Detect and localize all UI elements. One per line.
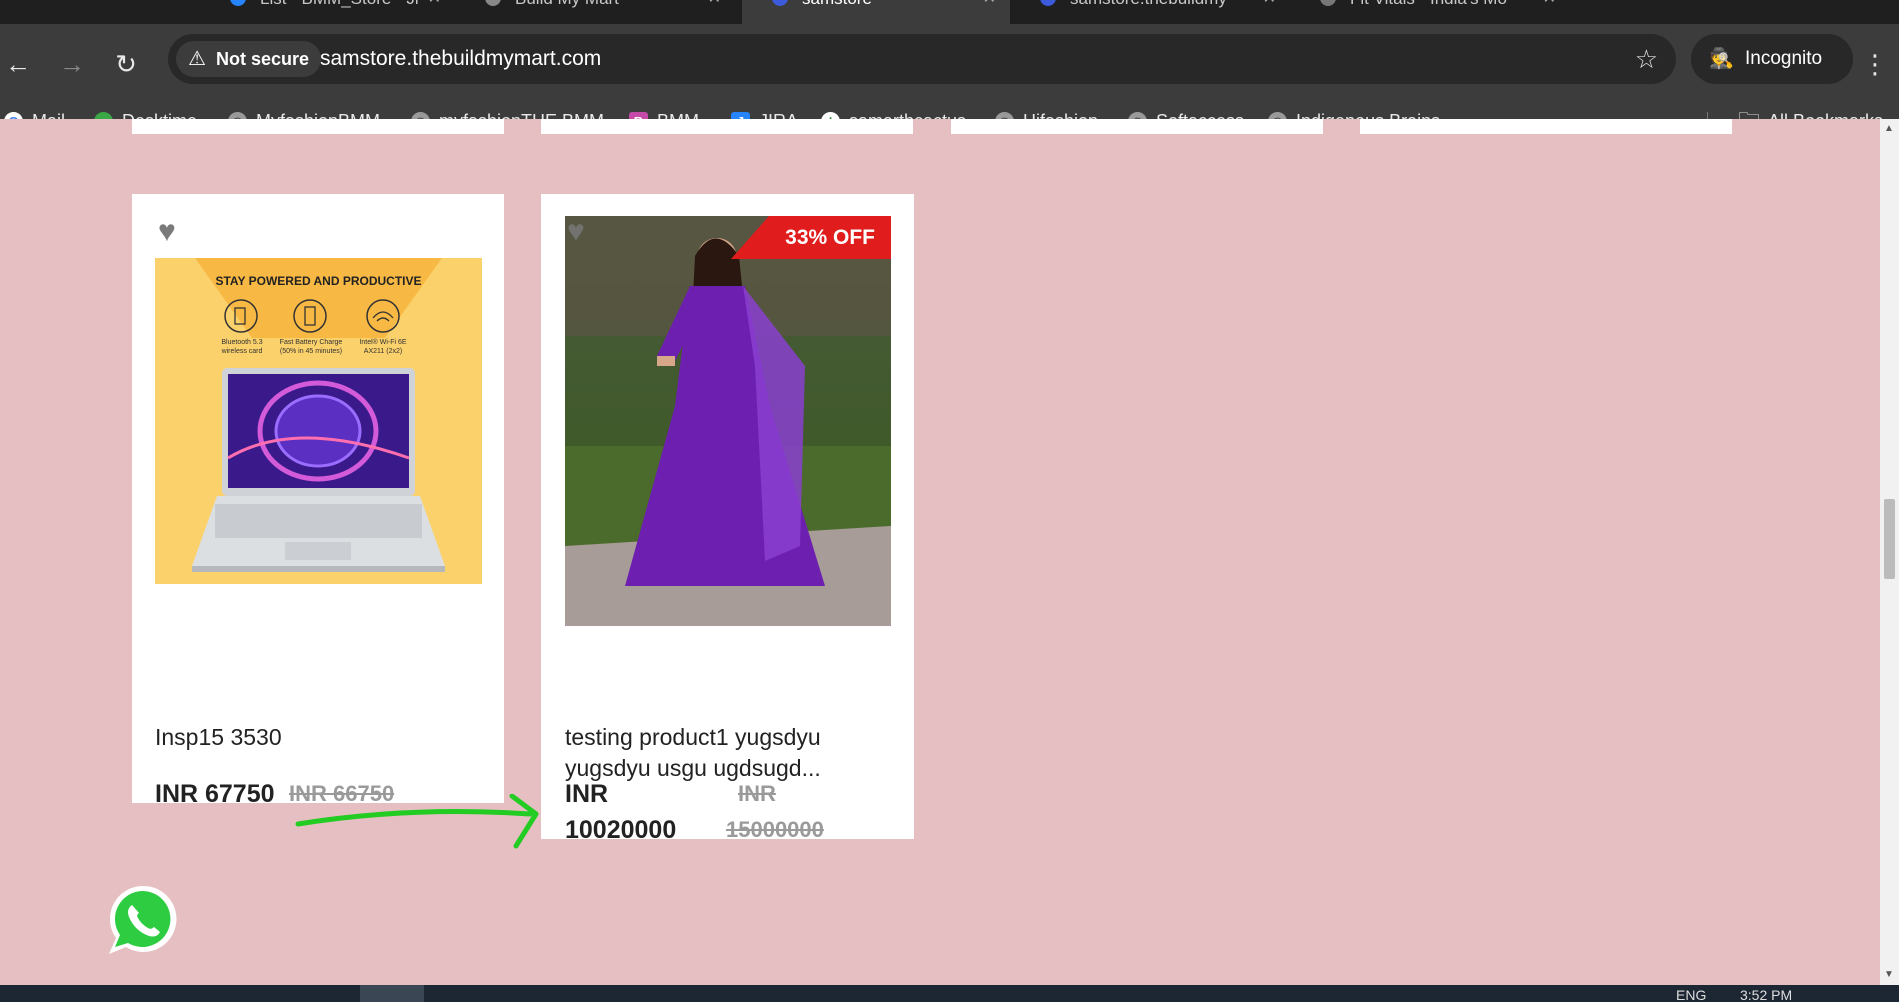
product-name[interactable]: testing product1 yugsdyu yugsdyu usgu ug… <box>565 722 821 784</box>
whatsapp-icon <box>109 885 177 954</box>
product-image-dress[interactable]: 33% OFF <box>565 216 891 626</box>
feature-caption: Fast Battery Charge (50% in 45 minutes) <box>279 339 343 355</box>
os-taskbar: ENG 3:52 PM <box>0 985 1899 1002</box>
product-card-previous-row[interactable] <box>951 119 1323 134</box>
product-card-previous-row[interactable] <box>541 119 913 134</box>
whatsapp-button[interactable] <box>103 880 183 960</box>
wishlist-heart-icon[interactable]: ♥ <box>158 217 188 247</box>
globe-icon <box>1320 0 1336 6</box>
forward-arrow-icon[interactable]: → <box>54 46 90 82</box>
incognito-icon: 🕵 <box>1709 48 1734 70</box>
close-icon[interactable]: ✕ <box>983 0 996 8</box>
reload-icon[interactable]: ↻ <box>108 46 144 82</box>
security-label: Not secure <box>216 49 310 69</box>
scrollbar-thumb[interactable] <box>1884 499 1895 579</box>
close-icon[interactable]: ✕ <box>1263 0 1276 8</box>
store-page: ♥ STAY POWERED AND PRODUCTIVE Bluetooth … <box>0 119 1880 985</box>
scroll-down-arrow-icon[interactable]: ▼ <box>1884 969 1894 980</box>
url-text[interactable]: samstore.thebuildmymart.com <box>320 34 601 84</box>
wishlist-heart-icon[interactable]: ♥ <box>567 217 597 247</box>
tab-samstore-url[interactable]: samstore.thebuildmy ✕ <box>1010 0 1290 24</box>
product-card-laptop[interactable]: ♥ STAY POWERED AND PRODUCTIVE Bluetooth … <box>132 194 504 808</box>
tab-fit-vitals[interactable]: Fit Vitals - India's Mo ✕ <box>1290 0 1570 24</box>
product-card-previous-row[interactable] <box>132 119 504 134</box>
close-icon[interactable]: ✕ <box>1543 0 1556 8</box>
product-image-laptop[interactable]: STAY POWERED AND PRODUCTIVE Bluetooth 5.… <box>155 258 482 584</box>
security-chip[interactable]: ⚠ Not secure <box>176 41 322 77</box>
tab-build-my-mart[interactable]: Build My Mart ✕ <box>455 0 735 24</box>
jira-icon <box>230 0 246 6</box>
page-scrollbar[interactable]: ▲ ▼ <box>1880 119 1899 985</box>
taskbar-active-app[interactable] <box>360 985 424 1002</box>
kebab-menu-icon[interactable]: ⋮ <box>1862 46 1888 82</box>
scroll-up-arrow-icon[interactable]: ▲ <box>1884 123 1894 134</box>
incognito-button[interactable]: 🕵 Incognito <box>1691 34 1853 84</box>
clock[interactable]: 3:52 PM <box>1740 985 1792 1002</box>
product-name[interactable]: Insp15 3530 <box>155 722 282 753</box>
globe-icon <box>485 0 501 6</box>
product-card-dress[interactable]: 33% OFF ♥ testing product1 yugsdyu yugsd… <box>541 194 914 844</box>
bookmark-star-icon[interactable]: ☆ <box>1635 34 1658 84</box>
laptop-illustration <box>192 258 445 572</box>
language-indicator[interactable]: ENG <box>1676 985 1706 1002</box>
annotation-arrow <box>295 794 539 849</box>
address-bar[interactable]: ⚠ Not secure samstore.thebuildmymart.com… <box>168 34 1676 84</box>
feature-caption: Bluetooth 5.3 wireless card <box>221 339 263 355</box>
back-arrow-icon[interactable]: ← <box>0 46 36 82</box>
product-price: INR 10020000 <box>565 780 677 844</box>
feature-caption: Intel® Wi-Fi 6E AX211 (2x2) <box>359 339 407 355</box>
image-banner-text: STAY POWERED AND PRODUCTIVE <box>215 274 422 288</box>
close-icon[interactable]: ✕ <box>428 0 441 8</box>
site-icon <box>772 0 788 6</box>
browser-toolbar: ← → ↻ ⚠ Not secure samstore.thebuildmyma… <box>0 24 1899 133</box>
dress-photo <box>565 216 891 626</box>
product-price: INR 67750 <box>155 780 275 808</box>
warning-icon: ⚠ <box>188 48 206 70</box>
tab-jira[interactable]: List - BMM_Store - Ji ✕ <box>200 0 455 24</box>
incognito-label: Incognito <box>1745 48 1823 69</box>
close-icon[interactable]: ✕ <box>708 0 721 8</box>
tab-strip: List - BMM_Store - Ji ✕ Build My Mart ✕ … <box>0 0 1899 24</box>
site-icon <box>1040 0 1056 6</box>
product-old-price: INR 15000000 <box>726 781 824 842</box>
tab-samstore[interactable]: samstore ✕ <box>742 0 1010 24</box>
product-card-previous-row[interactable] <box>1360 119 1732 134</box>
